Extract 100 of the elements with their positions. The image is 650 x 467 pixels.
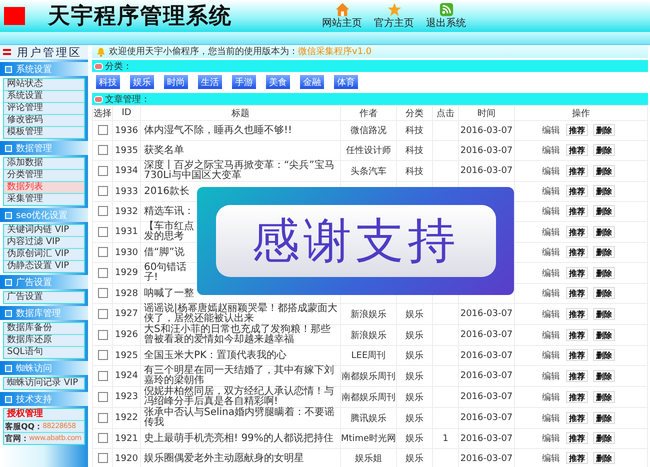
- checkbox[interactable]: [98, 226, 108, 237]
- checkbox[interactable]: [98, 125, 108, 136]
- sidebar-item[interactable]: 采集管理: [4, 194, 84, 205]
- action-button[interactable]: 删除: [593, 349, 615, 361]
- category-button[interactable]: 娱乐: [130, 75, 154, 89]
- checkbox[interactable]: [98, 453, 108, 464]
- edit-link[interactable]: 编辑: [542, 392, 560, 402]
- action-button[interactable]: 删除: [593, 370, 615, 382]
- edit-link[interactable]: 编辑: [542, 454, 560, 464]
- edit-link[interactable]: 编辑: [542, 126, 560, 136]
- action-button[interactable]: 推荐: [566, 226, 588, 238]
- category-button[interactable]: 时尚: [164, 75, 188, 89]
- edit-link[interactable]: 编辑: [542, 289, 560, 299]
- sidebar-item[interactable]: 网站状态: [4, 79, 84, 91]
- checkbox[interactable]: [98, 392, 108, 402]
- action-button[interactable]: 删除: [593, 390, 615, 402]
- checkbox[interactable]: [98, 330, 108, 340]
- action-button[interactable]: 推荐: [566, 349, 588, 361]
- nav-link[interactable]: 退出系统: [426, 2, 466, 30]
- sidebar-item[interactable]: 广告设置: [4, 292, 84, 303]
- version-text: 微信采集程序v1.0: [298, 46, 372, 58]
- nav-link[interactable]: 网站主页: [322, 2, 362, 30]
- sidebar-item[interactable]: 伪静态设置 VIP: [4, 261, 84, 272]
- action-button[interactable]: 推荐: [566, 144, 588, 156]
- sidebar-item[interactable]: 授权管理: [4, 409, 84, 421]
- checkbox[interactable]: [98, 186, 108, 196]
- action-button[interactable]: 删除: [593, 226, 615, 238]
- action-button[interactable]: 推荐: [566, 412, 588, 424]
- action-button[interactable]: 删除: [593, 246, 615, 258]
- edit-link[interactable]: 编辑: [542, 248, 560, 258]
- edit-link[interactable]: 编辑: [542, 228, 560, 238]
- category-button[interactable]: 生活: [198, 75, 222, 89]
- category-button[interactable]: 美食: [266, 75, 290, 89]
- checkbox[interactable]: [98, 206, 108, 216]
- category-button[interactable]: 科技: [96, 75, 120, 89]
- sidebar-item[interactable]: 添加数据: [4, 158, 84, 170]
- action-button[interactable]: 推荐: [566, 266, 588, 278]
- checkbox[interactable]: [98, 268, 108, 278]
- sidebar-item[interactable]: 关键词内链 VIP: [4, 225, 84, 237]
- action-button[interactable]: 推荐: [566, 287, 588, 299]
- edit-link[interactable]: 编辑: [542, 372, 560, 382]
- action-button[interactable]: 推荐: [566, 205, 588, 217]
- sidebar-item[interactable]: 数据库还原: [4, 335, 84, 347]
- action-button[interactable]: 删除: [593, 124, 615, 136]
- edit-link[interactable]: 编辑: [542, 146, 560, 156]
- sidebar-item[interactable]: 伪原创词汇 VIP: [4, 249, 84, 261]
- sidebar-item[interactable]: 模板管理: [4, 127, 84, 138]
- action-button[interactable]: 推荐: [566, 370, 588, 382]
- checkbox[interactable]: [98, 288, 108, 298]
- nav-link[interactable]: 官方主页: [374, 2, 414, 30]
- action-button[interactable]: 推荐: [566, 124, 588, 136]
- action-button[interactable]: 推荐: [566, 246, 588, 258]
- category-button[interactable]: 手游: [232, 75, 256, 89]
- edit-link[interactable]: 编辑: [542, 414, 560, 424]
- checkbox[interactable]: [98, 350, 108, 360]
- edit-link[interactable]: 编辑: [542, 310, 560, 320]
- sidebar-item[interactable]: 数据库备份: [4, 323, 84, 335]
- sidebar-item[interactable]: 蜘蛛访问记录 VIP: [4, 378, 84, 389]
- action-button[interactable]: 删除: [593, 144, 615, 156]
- action-button[interactable]: 删除: [593, 308, 615, 320]
- action-button[interactable]: 删除: [593, 266, 615, 278]
- action-button[interactable]: 删除: [593, 452, 615, 464]
- checkbox[interactable]: [98, 370, 108, 381]
- action-button[interactable]: 删除: [593, 412, 615, 424]
- action-button[interactable]: 删除: [593, 205, 615, 217]
- edit-link[interactable]: 编辑: [542, 434, 560, 444]
- action-button[interactable]: 删除: [593, 328, 615, 340]
- action-button[interactable]: 删除: [593, 164, 615, 176]
- action-button[interactable]: 推荐: [566, 185, 588, 197]
- edit-link[interactable]: 编辑: [542, 330, 560, 340]
- checkbox[interactable]: [98, 308, 108, 319]
- sidebar-item[interactable]: SQL语句: [4, 347, 84, 358]
- checkbox[interactable]: [98, 247, 108, 258]
- action-button[interactable]: 推荐: [566, 390, 588, 402]
- action-button[interactable]: 删除: [593, 185, 615, 197]
- action-button[interactable]: 推荐: [566, 308, 588, 320]
- checkbox[interactable]: [98, 412, 108, 423]
- action-button[interactable]: 推荐: [566, 164, 588, 176]
- checkbox[interactable]: [98, 166, 108, 176]
- checkbox[interactable]: [98, 145, 108, 156]
- title-text: 精选车讯：: [144, 206, 195, 216]
- edit-link[interactable]: 编辑: [542, 351, 560, 361]
- category-button[interactable]: 体育: [334, 75, 358, 89]
- sidebar-item[interactable]: 内容过滤 VIP: [4, 237, 84, 249]
- author-text: 南都娱乐周刊: [342, 392, 396, 402]
- edit-link[interactable]: 编辑: [542, 207, 560, 217]
- action-button[interactable]: 删除: [593, 287, 615, 299]
- action-button[interactable]: 推荐: [566, 328, 588, 340]
- edit-link[interactable]: 编辑: [542, 166, 560, 176]
- edit-link[interactable]: 编辑: [542, 268, 560, 278]
- sidebar-item[interactable]: 评论管理: [4, 103, 84, 115]
- sidebar-item[interactable]: 修改密码: [4, 115, 84, 127]
- checkbox[interactable]: [98, 433, 108, 444]
- action-button[interactable]: 推荐: [566, 452, 588, 464]
- action-button[interactable]: 删除: [593, 432, 615, 444]
- action-button[interactable]: 推荐: [566, 432, 588, 444]
- sidebar-item[interactable]: 系统设置: [4, 91, 84, 103]
- category-button[interactable]: 金融: [300, 75, 324, 89]
- edit-link[interactable]: 编辑: [542, 187, 560, 197]
- id-text: 1922: [115, 413, 138, 423]
